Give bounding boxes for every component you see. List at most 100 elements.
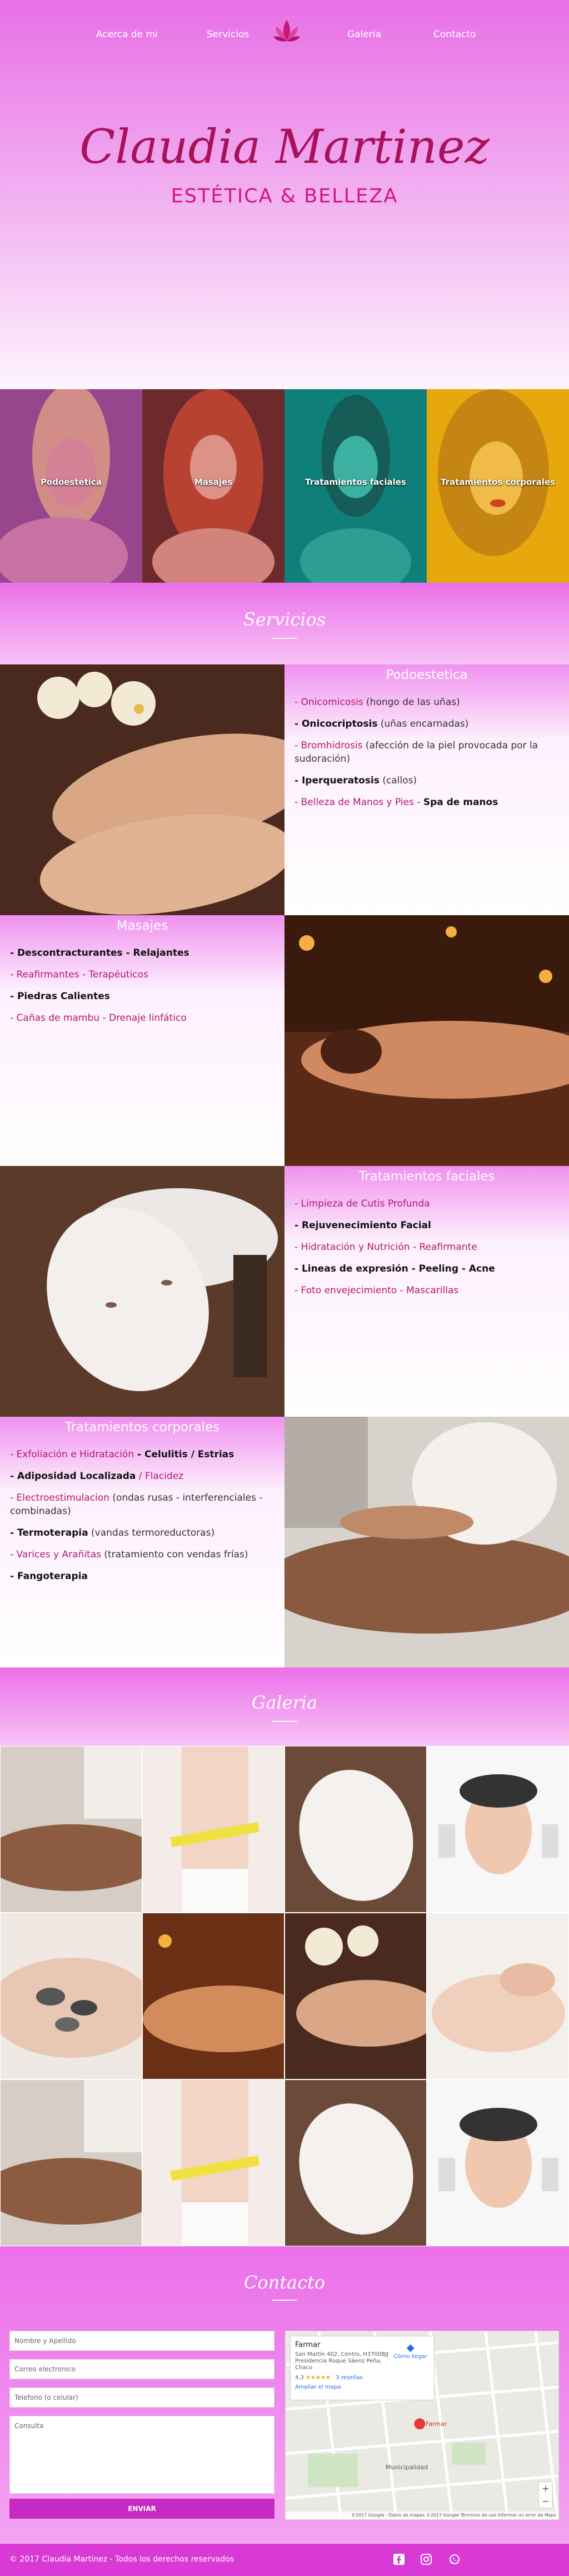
service-item-text: - Varices y Arañitas — [10, 1549, 101, 1560]
services-heading-band: Servicios — [0, 583, 569, 664]
service-item-text: - Onicomicosis — [295, 697, 363, 708]
phone-field[interactable]: Telefono (o celular) — [9, 2388, 274, 2408]
service-row-masajes: Masajes - Descontracturantes - Relajante… — [0, 915, 569, 1166]
tile-label: Tratamientos corporales — [440, 477, 556, 487]
panel-title: Masajes — [116, 919, 168, 933]
corporales-panel: Tratamientos corporales - Exfoliación e … — [0, 1417, 284, 1667]
contact-section: Contacto Nombre y Apellido Correo electr… — [0, 2246, 569, 2576]
email-field[interactable]: Correo electronico — [9, 2359, 274, 2379]
gallery-grid — [0, 1746, 569, 2246]
masajes-panel: Masajes - Descontracturantes - Relajante… — [0, 915, 284, 1166]
service-item-text: - — [413, 797, 423, 808]
map-poi-label: Municipalidad — [386, 2464, 428, 2471]
feet-photo — [0, 664, 284, 915]
gallery-image-facial-mask[interactable] — [284, 1746, 427, 1913]
service-item: - Exfoliación e Hidratación - Celulitis … — [10, 1448, 277, 1461]
service-item-text: - Exfoliación e Hidratación — [10, 1449, 134, 1460]
whatsapp-icon[interactable] — [449, 2554, 460, 2565]
gallery-image-measuring-tape-2[interactable] — [142, 2079, 284, 2246]
map-stars-icon: ★★★★★ — [306, 2375, 331, 2381]
nav-services-link[interactable]: Servicios — [207, 29, 249, 40]
lotus-logo-icon — [273, 20, 300, 42]
gallery-image-facial-device-2[interactable] — [427, 2079, 569, 2246]
tile-masajes[interactable]: Masajes — [142, 389, 284, 583]
gallery-image-hot-stones[interactable] — [0, 1913, 142, 2079]
service-item-text: - Electroestimulacion — [10, 1492, 109, 1503]
podoestetica-panel: Podoestetica - Onicomicosis (hongo de la… — [284, 664, 569, 915]
service-list: - Exfoliación e Hidratación - Celulitis … — [10, 1448, 277, 1583]
gallery-image-candle-massage[interactable] — [142, 1913, 284, 2079]
zoom-in-icon[interactable]: + — [539, 2482, 552, 2495]
heading-divider — [272, 637, 297, 639]
service-list: - Limpieza de Cutis Profunda - Rejuveneci… — [295, 1197, 561, 1297]
heading-divider — [272, 1720, 297, 1722]
nav-about-link[interactable]: Acerca de mi — [96, 29, 158, 40]
map-pin-icon[interactable]: ● — [413, 2415, 426, 2431]
service-item-text: / Flacidez — [136, 1471, 184, 1482]
map-info-card: Farmar San Martín 402, Centro, H3700BJJ … — [290, 2336, 435, 2400]
facebook-icon[interactable] — [393, 2554, 405, 2565]
instagram-icon[interactable] — [421, 2554, 432, 2565]
tile-label: Podoestetica — [40, 477, 102, 487]
service-item-text: - Fangoterapia — [10, 1571, 88, 1582]
service-item-text: - Limpieza de Cutis Profunda — [295, 1198, 430, 1209]
gallery-image-facial-device[interactable] — [427, 1746, 569, 1913]
service-item: - Descontracturantes - Relajantes — [10, 946, 277, 960]
send-button[interactable]: ENVIAR — [9, 2499, 274, 2519]
gallery-image-pedicure[interactable] — [284, 1913, 427, 2079]
service-item: - Limpieza de Cutis Profunda — [295, 1197, 561, 1210]
service-item-text: - Celulitis / Estrias — [134, 1449, 234, 1460]
service-item-text: - Bromhidrosis — [295, 740, 363, 751]
tile-faciales[interactable]: Tratamientos faciales — [284, 389, 427, 583]
service-item-text: Spa de manos — [423, 797, 498, 808]
faciales-panel: Tratamientos faciales - Limpieza de Cuti… — [284, 1166, 569, 1417]
nav-gallery-link[interactable]: Galeria — [347, 29, 381, 40]
map-enlarge-link[interactable]: Ampliar el mapa — [295, 2384, 430, 2390]
panel-title: Podoestetica — [386, 668, 468, 682]
directions-button[interactable]: ◆ Cómo llegar — [394, 2342, 427, 2360]
tile-corporales[interactable]: Tratamientos corporales — [427, 389, 569, 583]
contact-heading: Contacto — [243, 2272, 326, 2293]
service-item: - Onicocriptosis (uñas encarnadas) — [295, 717, 561, 731]
service-item: - Adiposidad Localizada / Flacidez — [10, 1470, 277, 1483]
gallery-image-back-massage-2[interactable] — [0, 2079, 142, 2246]
service-item: - Electroestimulacion (ondas rusas - int… — [10, 1491, 277, 1518]
service-item: - Piedras Calientes — [10, 990, 277, 1003]
directions-label: Cómo llegar — [393, 2354, 427, 2360]
name-field[interactable]: Nombre y Apellido — [9, 2331, 274, 2351]
service-item-text: - Onicocriptosis — [295, 718, 378, 729]
tile-podoestetica[interactable]: Podoestetica — [0, 389, 142, 583]
gallery-image-foot-massage[interactable] — [427, 1913, 569, 2079]
service-item-text: (uñas encarnadas) — [377, 718, 469, 729]
service-item: - Termoterapia (vandas termoreductoras) — [10, 1526, 277, 1540]
zoom-controls[interactable]: + − — [538, 2481, 553, 2508]
copyright-text: © 2017 Claudia Martinez - Todos los dere… — [9, 2555, 234, 2564]
service-list: - Onicomicosis (hongo de las uñas) - Onic… — [295, 696, 561, 809]
zoom-out-icon[interactable]: − — [539, 2495, 552, 2508]
gallery-image-facial-mask-2[interactable] — [284, 2079, 427, 2246]
map-reviews-link[interactable]: 3 reseñas — [336, 2375, 363, 2381]
google-map[interactable]: Farmar San Martín 402, Centro, H3700BJJ … — [285, 2331, 559, 2520]
service-item-text: - Foto envejecimiento - Mascarillas — [295, 1285, 459, 1296]
gallery-image-measuring-tape[interactable] — [142, 1746, 284, 1913]
map-address: San Martín 402, Centro, H3700BJJ Preside… — [295, 2351, 389, 2371]
service-item: - Varices y Arañitas (tratamiento con ve… — [10, 1548, 277, 1561]
service-item: - Onicomicosis (hongo de las uñas) — [295, 696, 561, 709]
nav-contact-link[interactable]: Contacto — [433, 29, 476, 40]
tile-label: Tratamientos faciales — [305, 477, 406, 487]
site-title: Claudia Martinez — [79, 120, 490, 174]
facial-mask-photo — [0, 1166, 284, 1417]
service-item: - Iperqueratosis (callos) — [295, 774, 561, 787]
service-item-text: - Descontracturantes - Relajantes — [10, 947, 189, 959]
hero-section: Acerca de mi Servicios Galeria Contacto … — [0, 0, 569, 389]
service-item: - Belleza de Manos y Pies - Spa de manos — [295, 796, 561, 809]
massage-photo — [284, 915, 569, 1166]
map-pin-label: Farmar — [426, 2420, 447, 2428]
service-item-text: - Adiposidad Localizada — [10, 1471, 136, 1482]
service-item-text: (hongo de las uñas) — [363, 697, 460, 708]
service-item: - Hidratación y Nutrición - Reafirmante — [295, 1240, 561, 1254]
service-item-text: - Termoterapia — [10, 1527, 88, 1538]
gallery-image-back-massage[interactable] — [0, 1746, 142, 1913]
message-field[interactable]: Consulta — [9, 2416, 274, 2494]
service-item-text: - Hidratación y Nutrición - Reafirmante — [295, 1242, 477, 1253]
